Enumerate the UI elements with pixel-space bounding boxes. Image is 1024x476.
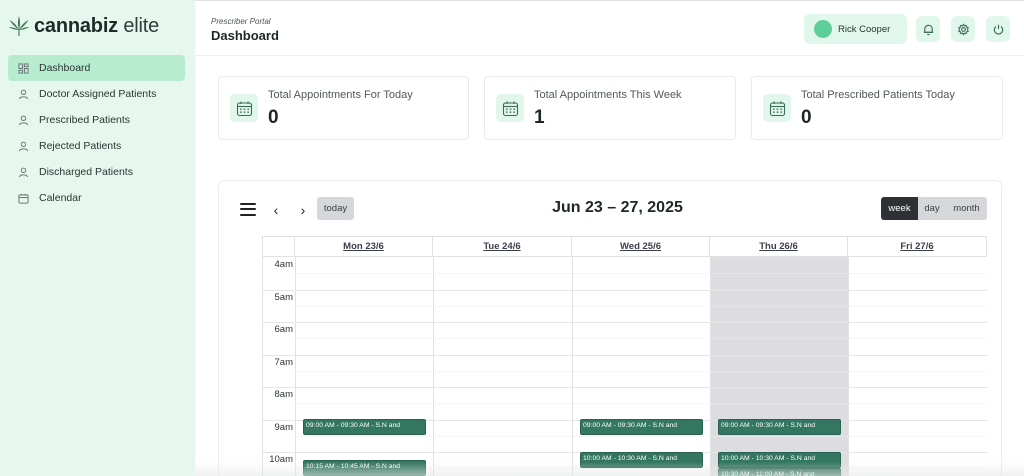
bell-icon [923, 24, 933, 35]
appointment-event[interactable]: 09:00 AM - 09:30 AM - S.N and [718, 419, 841, 435]
hour-label: 8am [274, 389, 293, 400]
notifications-button[interactable] [916, 16, 940, 42]
sidebar-item-prescribed-patients[interactable]: Prescribed Patients [8, 107, 185, 133]
gear-icon [957, 22, 969, 36]
half-hour-line [295, 435, 987, 437]
chevron-right-icon: › [300, 202, 306, 218]
calendar-range-title: Jun 23 – 27, 2025 [552, 199, 683, 216]
sidebar-item-label: Discharged Patients [39, 166, 133, 178]
hour-line [263, 289, 987, 291]
settings-button[interactable] [951, 16, 975, 42]
day-header-fri[interactable]: Fri 27/6 [848, 237, 987, 257]
sidebar-item-label: Rejected Patients [39, 140, 122, 152]
stat-card-appointments-week: Total Appointments This Week 1 [484, 76, 736, 140]
cannabis-leaf-icon [8, 16, 30, 36]
view-week-button[interactable]: week [881, 197, 918, 220]
time-gutter-header [263, 237, 295, 257]
appointment-event[interactable]: 09:00 AM - 09:30 AM - S.N and [303, 419, 426, 435]
user-icon [17, 166, 29, 178]
half-hour-line [295, 338, 987, 340]
stat-value: 0 [801, 107, 812, 128]
stat-card-prescribed-today: Total Prescribed Patients Today 0 [751, 76, 1003, 140]
hour-line [263, 354, 987, 356]
power-icon [993, 24, 1003, 35]
stat-value: 1 [534, 107, 545, 128]
sidebar-item-dashboard[interactable]: Dashboard [8, 55, 185, 81]
view-month-button[interactable]: month [946, 197, 987, 220]
chevron-left-icon: ‹ [273, 202, 279, 218]
calendar-icon [763, 94, 791, 122]
sidebar-item-label: Calendar [39, 192, 82, 204]
dashboard-icon [17, 62, 29, 74]
calendar-icon [230, 94, 258, 122]
user-icon [17, 140, 29, 152]
sidebar-item-rejected-patients[interactable]: Rejected Patients [8, 133, 185, 159]
user-icon [17, 88, 29, 100]
sidebar-item-label: Dashboard [39, 62, 91, 74]
day-header-thu[interactable]: Thu 26/6 [710, 237, 848, 257]
user-name: Rick Cooper [838, 23, 891, 35]
hour-label: 5am [274, 291, 293, 303]
view-switcher: week day month [881, 197, 987, 220]
day-header-mon[interactable]: Mon 23/6 [295, 237, 433, 257]
week-time-grid: Mon 23/6 Tue 24/6 Wed 25/6 Thu 26/6 Fri … [262, 236, 987, 476]
half-hour-line [295, 370, 987, 372]
hamburger-menu-icon[interactable] [240, 203, 256, 217]
next-week-button[interactable]: › [295, 200, 311, 220]
stat-label: Total Prescribed Patients Today [801, 89, 955, 101]
hour-label: 6am [274, 324, 293, 335]
page-title: Dashboard [211, 28, 279, 43]
sidebar-item-discharged-patients[interactable]: Discharged Patients [8, 159, 185, 185]
user-icon [17, 114, 29, 126]
logout-button[interactable] [986, 16, 1010, 42]
sidebar-item-label: Doctor Assigned Patients [39, 88, 157, 100]
bottom-fade [195, 462, 1024, 476]
avatar [814, 20, 832, 38]
sidebar-item-doctor-assigned-patients[interactable]: Doctor Assigned Patients [8, 81, 185, 107]
stat-value: 0 [268, 107, 279, 128]
hour-label: 7am [274, 356, 293, 368]
calendar-icon [496, 94, 524, 122]
sidebar-item-calendar[interactable]: Calendar [8, 185, 185, 211]
stat-label: Total Appointments This Week [534, 89, 682, 101]
sidebar-item-label: Prescribed Patients [39, 114, 131, 126]
sidebar: cannabiz elite Dashboard Doctor Assigned… [0, 0, 195, 476]
calendar-icon [17, 192, 29, 204]
day-header-wed[interactable]: Wed 25/6 [572, 237, 710, 257]
top-header: Prescriber Portal Dashboard Rick Cooper [195, 0, 1024, 56]
hour-line [263, 387, 987, 388]
hour-label: 4am [274, 259, 293, 270]
appointment-event[interactable]: 09:00 AM - 09:30 AM - S.N and [580, 419, 703, 435]
brand-logo[interactable]: cannabiz elite [6, 12, 159, 40]
day-header-tue[interactable]: Tue 24/6 [433, 237, 572, 257]
half-hour-line [295, 305, 987, 307]
brand-name: cannabiz elite [34, 14, 160, 37]
stat-label: Total Appointments For Today [268, 89, 413, 101]
half-hour-line [295, 403, 987, 405]
view-day-button[interactable]: day [918, 197, 946, 220]
half-hour-line [295, 273, 987, 275]
hour-label: 9am [274, 421, 293, 433]
portal-name: Prescriber Portal [211, 17, 271, 26]
prev-week-button[interactable]: ‹ [268, 200, 284, 220]
sidebar-nav: Dashboard Doctor Assigned Patients Presc… [8, 55, 185, 211]
user-menu-button[interactable]: Rick Cooper [804, 14, 907, 44]
today-button[interactable]: today [317, 197, 354, 220]
hour-line [263, 322, 987, 323]
stat-card-appointments-today: Total Appointments For Today 0 [218, 76, 469, 140]
